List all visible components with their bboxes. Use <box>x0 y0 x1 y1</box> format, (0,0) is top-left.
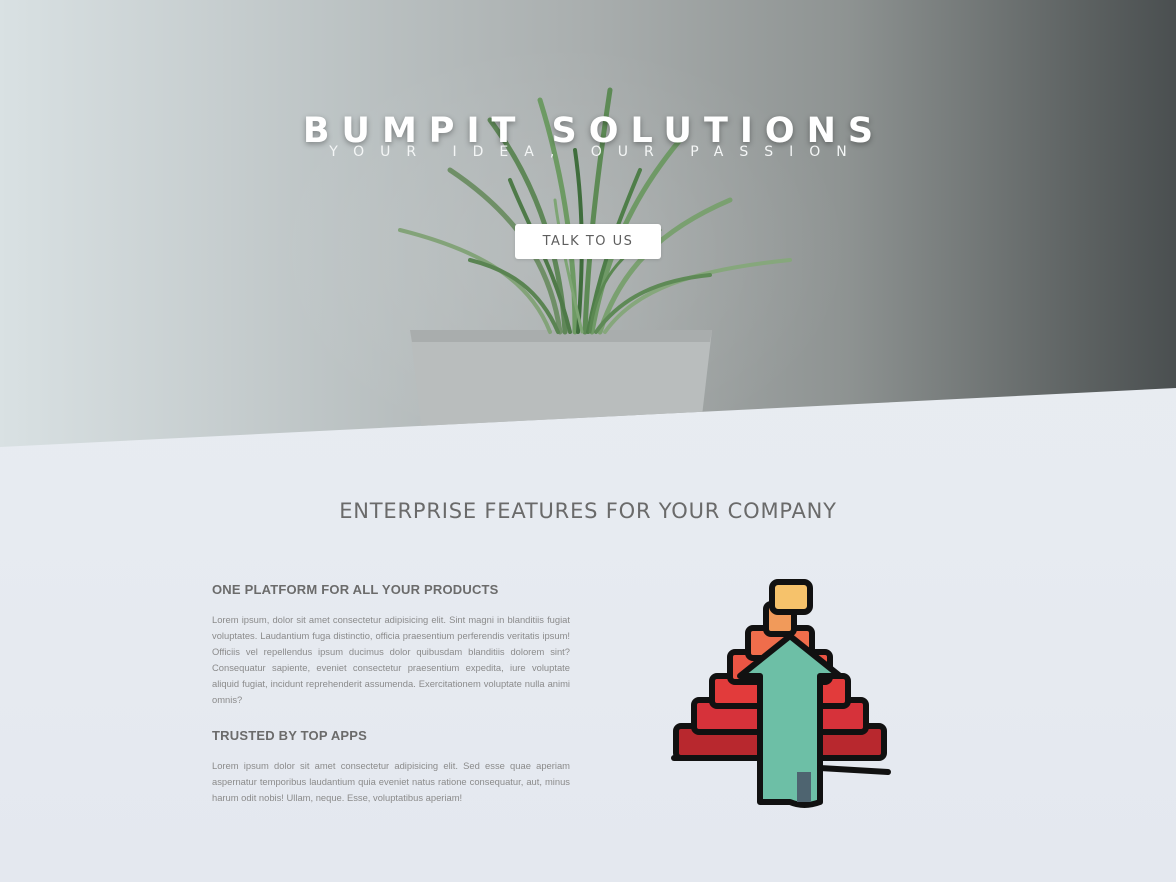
feature-block-platform: ONE PLATFORM FOR ALL YOUR PRODUCTS Lorem… <box>212 582 570 708</box>
feature-block-trusted: TRUSTED BY TOP APPS Lorem ipsum dolor si… <box>212 728 570 806</box>
hero-section: BUMPIT SOLUTIONS YOUR IDEA, OUR PASSION … <box>0 0 1176 447</box>
section-title: ENTERPRISE FEATURES FOR YOUR COMPANY <box>339 499 837 523</box>
landing-page: BUMPIT SOLUTIONS YOUR IDEA, OUR PASSION … <box>0 0 1176 882</box>
feature-body: Lorem ipsum, dolor sit amet consectetur … <box>212 614 570 705</box>
hero-subtitle: YOUR IDEA, OUR PASSION <box>329 144 863 160</box>
feature-heading: TRUSTED BY TOP APPS <box>212 728 368 743</box>
talk-to-us-button[interactable]: TALK TO US <box>515 224 661 259</box>
feature-body: Lorem ipsum dolor sit amet consectetur a… <box>212 760 570 803</box>
growth-pyramid-arrow-icon <box>671 579 891 808</box>
feature-heading: ONE PLATFORM FOR ALL YOUR PRODUCTS <box>212 582 499 597</box>
